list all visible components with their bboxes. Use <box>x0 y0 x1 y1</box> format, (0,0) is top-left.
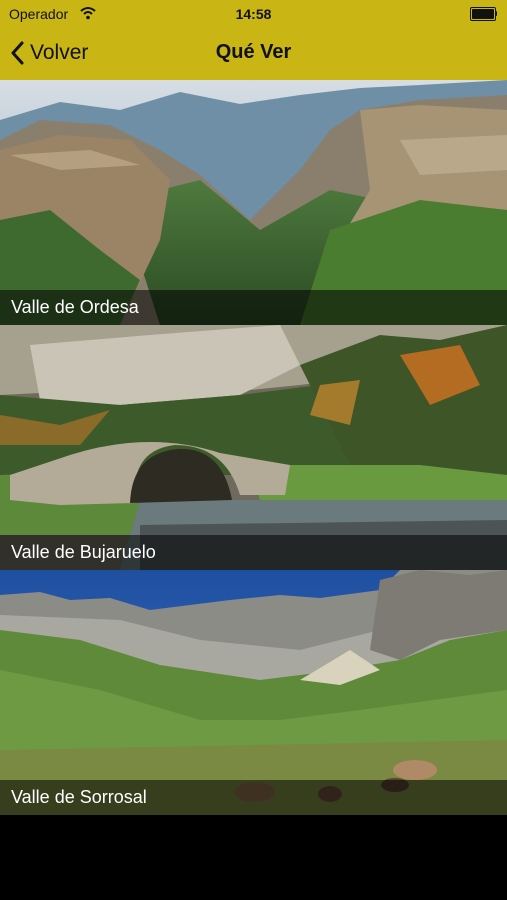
place-row-sorrosal[interactable]: Valle de Sorrosal <box>0 570 507 815</box>
place-title: Valle de Bujaruelo <box>11 542 156 562</box>
place-title: Valle de Sorrosal <box>11 787 147 807</box>
battery-icon <box>470 7 498 21</box>
navigation-bar: Volver Qué Ver <box>0 28 507 80</box>
status-bar: Operador 14:58 <box>0 0 507 28</box>
place-caption: Valle de Sorrosal <box>0 780 507 815</box>
place-caption: Valle de Ordesa <box>0 290 507 325</box>
place-row-bujaruelo[interactable]: Valle de Bujaruelo <box>0 325 507 570</box>
status-time: 14:58 <box>235 6 272 22</box>
place-photo-ordesa <box>0 80 507 325</box>
places-list: Valle de Ordesa Valle de Bujaruelo Valle… <box>0 80 507 815</box>
place-title: Valle de Ordesa <box>11 297 139 317</box>
place-photo-bujaruelo <box>0 325 507 570</box>
place-row-ordesa[interactable]: Valle de Ordesa <box>0 80 507 325</box>
header: Operador 14:58 Volver Qué Ver <box>0 0 507 80</box>
page-title: Qué Ver <box>215 41 292 63</box>
place-caption: Valle de Bujaruelo <box>0 535 507 570</box>
place-photo-sorrosal <box>0 570 507 815</box>
